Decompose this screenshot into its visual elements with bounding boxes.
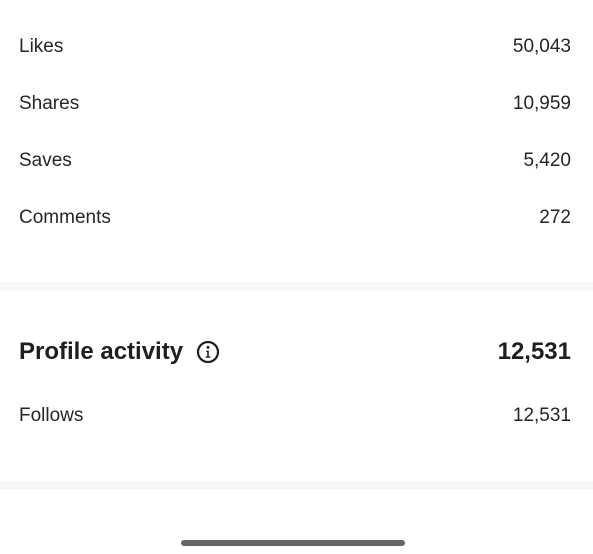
metric-value: 5,420 (523, 150, 571, 171)
metric-row-comments: Comments 272 (19, 204, 571, 232)
profile-activity-header: Profile activity 12,531 (19, 335, 571, 369)
profile-activity-title: Profile activity (19, 338, 184, 365)
info-icon[interactable] (196, 340, 220, 364)
metric-label: Comments (19, 207, 111, 228)
metric-value: 10,959 (512, 93, 571, 114)
metric-row-likes: Likes 50,043 (19, 33, 571, 61)
section-divider (0, 481, 593, 490)
metric-label: Follows (19, 405, 84, 426)
section-divider (0, 282, 593, 291)
metric-value: 50,043 (512, 36, 571, 57)
metric-label: Likes (19, 36, 64, 57)
metric-label: Saves (19, 150, 72, 171)
metric-label: Shares (19, 93, 80, 114)
profile-activity-title-group: Profile activity (19, 338, 220, 366)
metric-value: 12,531 (512, 405, 571, 426)
engagement-section: Likes 50,043 Shares 10,959 Saves 5,420 C… (0, 0, 593, 282)
profile-activity-section: Profile activity 12,531 Follows 12,531 (0, 291, 593, 481)
metric-row-shares: Shares 10,959 (19, 90, 571, 118)
home-indicator-bar[interactable] (181, 540, 405, 546)
metric-row-saves: Saves 5,420 (19, 147, 571, 175)
metric-value: 272 (539, 207, 571, 228)
profile-activity-total: 12,531 (497, 338, 571, 365)
metric-row-follows: Follows 12,531 (19, 402, 571, 430)
